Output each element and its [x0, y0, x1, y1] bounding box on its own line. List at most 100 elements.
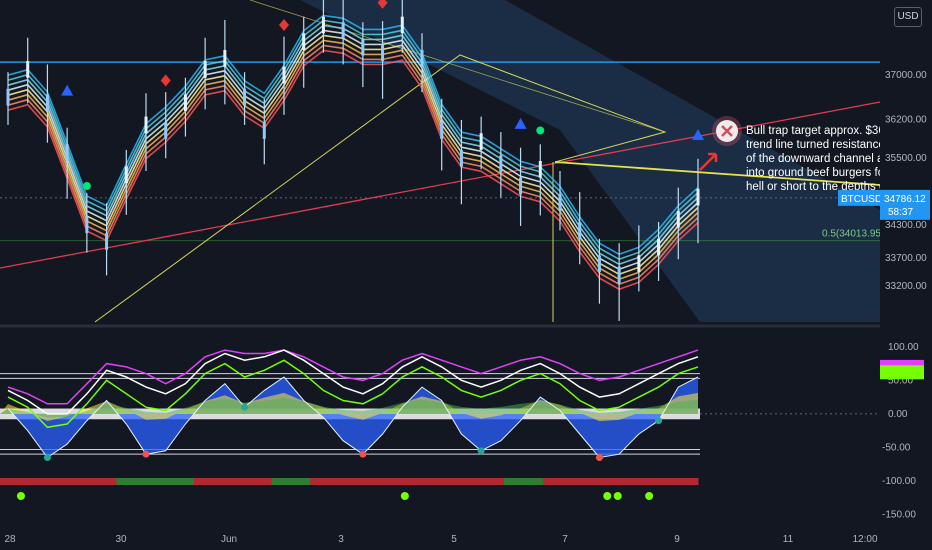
status-strip-segment: [349, 478, 389, 485]
time-tick-label: 28: [4, 534, 16, 545]
price-tick-label: 36200.00: [885, 114, 927, 125]
time-tick-label: Jun: [221, 534, 237, 545]
price-tick-label: 33200.00: [885, 281, 927, 292]
status-strip-segment: [77, 478, 117, 485]
status-strip-segment: [0, 478, 40, 485]
candle-body: [183, 94, 187, 112]
annotation-line: Bull trap target approx. $36K: [746, 125, 893, 137]
candle-body: [164, 122, 168, 139]
candle-body: [361, 38, 365, 56]
osc-tick-label: -50.00: [882, 442, 911, 453]
crossover-dot[interactable]: [359, 450, 367, 458]
currency-label: USD: [897, 11, 919, 22]
candle-body: [420, 49, 424, 67]
time-tick-label: 30: [115, 534, 127, 545]
signal-dot[interactable]: [400, 492, 409, 500]
status-strip-segment: [38, 478, 79, 485]
candle-body: [144, 116, 148, 134]
candle-body: [243, 88, 247, 106]
osc-tick-label: 100.00: [888, 342, 919, 353]
chart-canvas[interactable]: 0.5(34013.95) Bull trap target approx. $3…: [0, 0, 932, 550]
time-tick-label: 11: [783, 534, 794, 545]
annotation-line: into ground beef burgers for t: [746, 167, 895, 179]
candle-body: [262, 122, 266, 139]
status-strip-segment: [542, 478, 583, 485]
candle-body: [519, 177, 523, 195]
time-tick-label: 3: [338, 534, 344, 545]
candle-body: [45, 94, 49, 112]
candle-body: [479, 133, 483, 150]
candle-body: [85, 216, 89, 234]
symbol-tag-label: BTCUSD: [841, 194, 882, 205]
signal-dot-marker[interactable]: [536, 126, 545, 135]
osc-tick-label: -100.00: [882, 476, 916, 487]
price-tick-label: 37000.00: [885, 70, 927, 81]
candle-body: [203, 61, 207, 78]
price-tag-countdown: 58:37: [888, 207, 913, 218]
status-strip-segment: [581, 478, 621, 485]
time-tick-label: 5: [451, 534, 457, 545]
price-tick-label: 33700.00: [885, 253, 927, 264]
status-strip-segment: [387, 478, 428, 485]
status-strip-segment: [465, 478, 505, 485]
status-strip-segment: [116, 478, 156, 485]
candle-body: [26, 61, 30, 78]
candle-body: [400, 16, 404, 34]
candle-body: [657, 238, 661, 256]
osc-tick-label: -150.00: [882, 510, 916, 521]
currency-badge[interactable]: USD: [894, 7, 922, 27]
candle-body: [321, 16, 325, 34]
time-tick-label: 9: [674, 534, 680, 545]
signal-dot[interactable]: [645, 492, 654, 500]
fib-level-label: 0.5(34013.95): [822, 229, 884, 240]
crossover-dot[interactable]: [655, 417, 663, 425]
time-axis[interactable]: 28 30 Jun 3 5 7 9 11 12:00: [0, 528, 932, 550]
crossover-dot[interactable]: [595, 454, 603, 462]
status-strip-segment: [232, 478, 272, 485]
signal-dot-marker[interactable]: [82, 181, 91, 190]
candle-body: [282, 66, 286, 84]
candle-body: [341, 22, 345, 39]
candle-body: [6, 88, 10, 106]
signal-dot[interactable]: [613, 492, 622, 500]
candle-body: [578, 222, 582, 239]
price-tag-value: 34786.12: [884, 194, 926, 205]
candle-body: [65, 144, 69, 161]
time-tick-label: 12:00: [852, 534, 877, 545]
osc-value-tag: [880, 365, 924, 380]
status-strip-segment: [504, 478, 544, 485]
candle-body: [676, 210, 680, 228]
candle-body: [499, 155, 503, 173]
status-strip-segment: [620, 478, 660, 485]
signal-dot[interactable]: [603, 492, 612, 500]
status-strip-segment: [193, 478, 234, 485]
price-tick-label: 34300.00: [885, 220, 927, 231]
candle-body: [459, 149, 463, 167]
crossover-dot[interactable]: [241, 403, 249, 411]
time-tick-label: 7: [562, 534, 568, 545]
candle-body: [124, 166, 128, 184]
crossover-dot[interactable]: [43, 454, 51, 462]
status-strip-segment: [426, 478, 466, 485]
signal-dot[interactable]: [16, 492, 25, 500]
candle-body: [538, 161, 542, 178]
status-strip-segment: [659, 478, 699, 485]
candle-body: [105, 233, 109, 250]
candle-body: [597, 255, 601, 273]
candle-body: [696, 188, 700, 206]
candle-body: [637, 255, 641, 273]
status-strip-segment: [271, 478, 311, 485]
price-tick-label: 35500.00: [885, 153, 927, 164]
annotation-line: trend line turned resistance a: [746, 139, 895, 151]
osc-tick-label: 0.00: [888, 409, 908, 420]
candle-body: [558, 194, 562, 211]
candle-body: [617, 266, 621, 284]
status-strip-segment: [310, 478, 350, 485]
annotation-line: of the downward channel and: [746, 153, 896, 165]
candle-body: [381, 44, 385, 62]
candle-body: [223, 49, 227, 67]
crossover-dot[interactable]: [477, 447, 485, 455]
candle-body: [440, 122, 444, 139]
crossover-dot[interactable]: [142, 450, 150, 458]
candle-body: [302, 33, 306, 50]
